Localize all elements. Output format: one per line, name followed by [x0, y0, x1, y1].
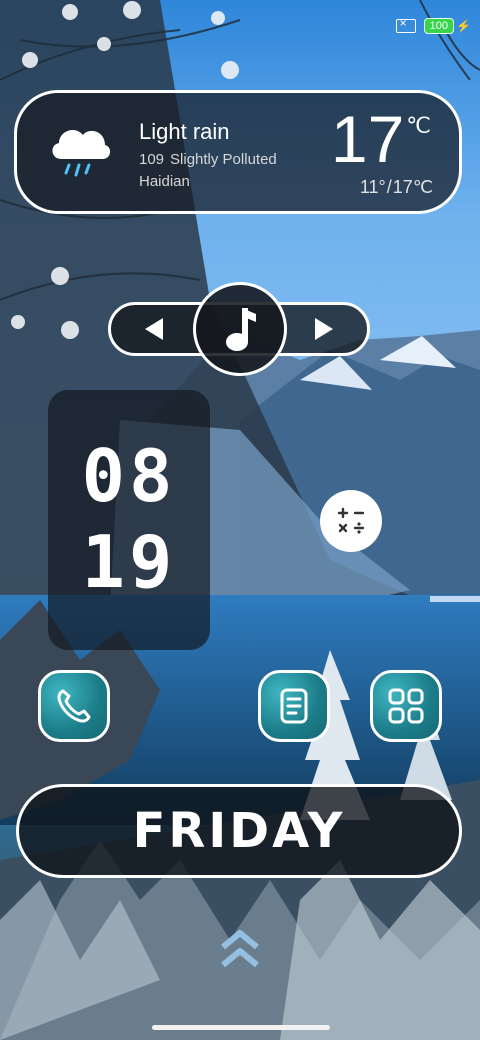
previous-track-icon[interactable] [145, 318, 163, 340]
home-indicator[interactable] [152, 1025, 330, 1030]
clock-widget[interactable]: 08 19 [48, 390, 210, 650]
battery-level: 100 [423, 18, 454, 34]
aqi-value: 109 [139, 151, 165, 168]
swipe-up-icon[interactable] [215, 925, 265, 980]
battery-indicator: 100 ⚡ [423, 18, 471, 34]
sim-absent-icon [395, 16, 416, 33]
weather-condition: Light rain [139, 119, 230, 144]
music-note-icon [226, 308, 256, 351]
current-temperature: 17 ℃ [331, 101, 431, 177]
weekday-widget: FRIDAY [16, 784, 462, 878]
temperature-separator: / [386, 177, 392, 197]
aqi-label: Slightly Polluted [170, 151, 277, 168]
temperature-high: 17℃ [392, 177, 433, 197]
temperature-value: 17 [330, 102, 405, 176]
calculator-icon [337, 507, 365, 534]
temperature-unit: ℃ [406, 113, 431, 138]
phone-icon [57, 689, 91, 723]
weather-location: Haidian [139, 173, 190, 190]
phone-app[interactable] [38, 670, 110, 742]
temperature-low: 11° [359, 177, 386, 197]
status-bar: 100 ⚡ [395, 16, 471, 34]
play-music-button[interactable] [193, 282, 287, 376]
charging-icon: ⚡ [456, 19, 471, 33]
grid-icon [388, 688, 424, 724]
notes-icon [280, 688, 308, 724]
rain-cloud-icon [52, 129, 111, 177]
temperature-range: 11° / 17℃ [360, 177, 433, 198]
notes-app[interactable] [258, 670, 330, 742]
calculator-button[interactable] [320, 490, 382, 552]
weather-widget[interactable]: Light rain 109 Slightly Polluted Haidian… [14, 90, 462, 214]
clock-hour: 08 [81, 434, 177, 518]
launcher-app[interactable] [370, 670, 442, 742]
air-quality: 109 Slightly Polluted [139, 151, 277, 168]
clock-minute: 19 [81, 520, 177, 604]
next-track-icon[interactable] [315, 318, 333, 340]
music-widget [108, 282, 370, 376]
